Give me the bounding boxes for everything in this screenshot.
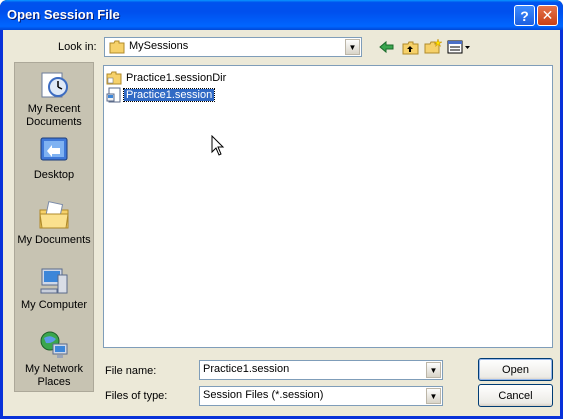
file-list[interactable]: Practice1.sessionDir Practice1.session (103, 65, 553, 348)
place-desktop[interactable]: Desktop (15, 135, 93, 182)
recent-documents-icon (41, 72, 68, 98)
back-button[interactable] (377, 38, 397, 56)
files-of-type-label: Files of type: (105, 390, 168, 402)
look-in-combo[interactable]: MySessions ▼ (104, 37, 362, 57)
look-in-label: Look in: (58, 41, 97, 53)
help-button[interactable]: ? (514, 5, 535, 26)
list-item[interactable]: Practice1.sessionDir (106, 70, 228, 86)
place-label: Desktop (33, 169, 75, 181)
up-folder-button[interactable] (400, 38, 420, 56)
open-button[interactable]: Open (478, 358, 553, 381)
view-menu-icon (447, 40, 470, 54)
place-label: My Computer (20, 299, 88, 311)
network-places-icon (40, 331, 68, 358)
new-folder-icon (424, 38, 442, 54)
up-folder-icon (402, 41, 418, 54)
dialog-body: Look in: MySessions ▼ My Recent Document… (3, 30, 560, 416)
window-title: Open Session File (7, 7, 120, 22)
cancel-button[interactable]: Cancel (478, 384, 553, 407)
chevron-down-icon: ▼ (429, 391, 438, 401)
view-menu-button[interactable] (446, 38, 472, 56)
file-name-text: Practice1.sessionDir (126, 72, 227, 84)
files-of-type-dropdown-button[interactable]: ▼ (426, 388, 441, 404)
close-button[interactable]: ✕ (537, 5, 558, 26)
place-my-recent-documents[interactable]: My Recent Documents (15, 69, 93, 129)
folder-icon (109, 40, 125, 54)
mouse-cursor-icon (211, 135, 225, 156)
files-of-type-combo[interactable]: Session Files (*.session) ▼ (199, 386, 443, 406)
place-my-documents[interactable]: My Documents (15, 200, 93, 247)
chevron-down-icon: ▼ (348, 42, 357, 52)
help-icon: ? (520, 7, 529, 24)
place-my-network-places[interactable]: My Network Places (15, 329, 93, 389)
new-folder-button[interactable] (423, 37, 443, 55)
file-name-text: Practice1.session (122, 88, 216, 102)
look-in-value: MySessions (129, 40, 189, 52)
file-name-input[interactable]: Practice1.session ▼ (199, 360, 443, 380)
place-my-computer[interactable]: My Computer (15, 265, 93, 312)
close-icon: ✕ (541, 7, 554, 23)
place-label: My Recent Documents (26, 103, 82, 128)
look-in-dropdown-button[interactable]: ▼ (345, 39, 360, 55)
desktop-icon (40, 137, 68, 161)
file-name-value: Practice1.session (203, 363, 290, 375)
place-label: My Network Places (24, 363, 84, 388)
place-label: My Documents (17, 234, 91, 246)
chevron-down-icon: ▼ (429, 365, 438, 375)
open-session-dialog: Open Session File ? ✕ Look in: MySession… (0, 0, 563, 419)
open-button-label: Open (502, 363, 529, 376)
places-bar: My Recent Documents Desktop My Documents (14, 62, 94, 392)
list-item-selected[interactable]: Practice1.session (106, 87, 216, 103)
my-documents-icon (39, 201, 69, 229)
file-name-dropdown-button[interactable]: ▼ (426, 362, 441, 378)
title-bar[interactable]: Open Session File ? ✕ (0, 0, 563, 30)
back-arrow-icon (379, 40, 394, 54)
cancel-button-label: Cancel (498, 389, 533, 402)
folder-icon (106, 71, 122, 85)
my-computer-icon (40, 268, 68, 294)
file-name-label: File name: (105, 365, 157, 377)
session-file-icon (106, 87, 121, 103)
files-of-type-value: Session Files (*.session) (203, 389, 324, 401)
